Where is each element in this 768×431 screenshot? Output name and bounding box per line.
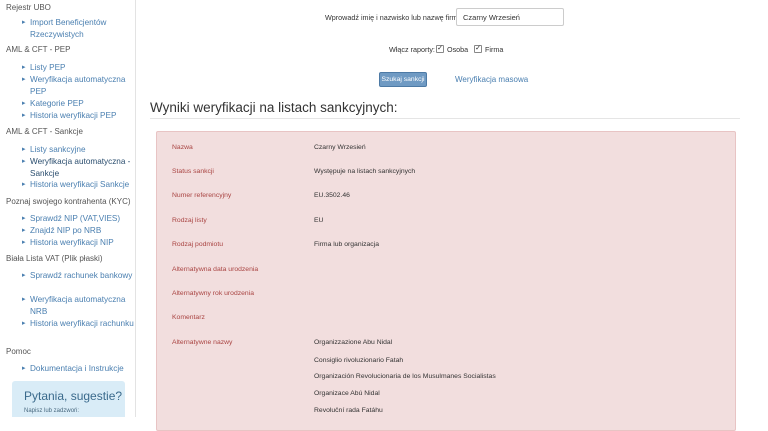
field-label-list-type: Rodzaj listy: [172, 217, 207, 224]
sidebar-item-weryfikacja-sankcje[interactable]: Weryfikacja automatyczna - Sankcje: [22, 156, 135, 179]
search-sanctions-button[interactable]: Szukaj sankcji: [379, 72, 427, 87]
sidebar-item-dokumentacja[interactable]: Dokumentacja i Instrukcje: [22, 363, 135, 375]
sidebar-item-sprawdz-rachunek[interactable]: Sprawdź rachunek bankowy: [22, 270, 135, 282]
help-title: Pytania, sugestie?: [24, 389, 123, 403]
sidebar-item-historia-nip[interactable]: Historia weryfikacji NIP: [22, 237, 135, 249]
sidebar-section-kyc: Poznaj swojego kontrahenta (KYC): [6, 197, 131, 206]
name-input[interactable]: [456, 8, 564, 26]
field-label-ref: Numer referencyjny: [172, 192, 232, 199]
sidebar-item-historia-pep[interactable]: Historia weryfikacji PEP: [22, 110, 135, 122]
sidebar-item-weryfikacja-nrb[interactable]: Weryfikacja automatyczna NRB: [22, 294, 135, 317]
sidebar-section-aml-sankcje: AML & CFT - Sankcje: [6, 127, 83, 136]
sidebar-item-listy-sankcyjne[interactable]: Listy sankcyjne: [22, 144, 135, 156]
company-checkbox[interactable]: ✓: [474, 45, 482, 53]
field-label-entity-type: Rodzaj podmiotu: [172, 241, 224, 248]
mass-verification-link[interactable]: Weryfikacja masowa: [455, 75, 528, 84]
sidebar-item-weryfikacja-pep[interactable]: Weryfikacja automatyczna PEP: [22, 74, 135, 97]
sidebar: Rejestr UBO Import Beneficjentów Rzeczyw…: [0, 0, 136, 417]
field-value-name: Czarny Wrzesień: [314, 144, 366, 151]
field-label-status: Status sankcji: [172, 168, 214, 175]
alt-name-item: Consiglio rivoluzionario Fatah: [314, 357, 404, 364]
alt-name-item: Organizace Abú Nidal: [314, 390, 380, 397]
person-checkbox-label: Osoba: [447, 45, 469, 54]
help-subtitle: Napisz lub zadzwoń:: [24, 408, 80, 414]
field-label-alt-birthyear: Alternatywny rok urodzenia: [172, 290, 254, 297]
sidebar-item-kategorie-pep[interactable]: Kategorie PEP: [22, 98, 135, 110]
company-checkbox-label: Firma: [485, 45, 504, 54]
alt-name-item: Revoluční rada Fatáhu: [314, 407, 383, 414]
sidebar-item-import-beneficjentow[interactable]: Import Beneficjentów Rzeczywistych: [22, 17, 135, 40]
sidebar-item-listy-pep[interactable]: Listy PEP: [22, 62, 135, 74]
sidebar-section-biala-lista: Biała Lista VAT (Plik płaski): [6, 254, 103, 263]
field-value-status: Występuje na listach sankcyjnych: [314, 168, 416, 175]
main-content: Wprowadź imię i nazwisko lub nazwę firmy…: [136, 0, 768, 431]
result-panel: Nazwa Czarny Wrzesień Status sankcji Wys…: [156, 131, 736, 431]
alt-name-item: Organizzazione Abu Nidal: [314, 339, 393, 346]
field-label-alt-names: Alternatywne nazwy: [172, 339, 233, 346]
field-label-comment: Komentarz: [172, 314, 205, 321]
sidebar-item-historia-rachunku[interactable]: Historia weryfikacji rachunku: [22, 318, 135, 330]
results-title: Wyniki weryfikacji na listach sankcyjnyc…: [150, 100, 398, 115]
field-value-entity-type: Firma lub organizacja: [314, 241, 379, 248]
name-label: Wprowadź imię i nazwisko lub nazwę firmy…: [325, 13, 464, 22]
field-value-ref: EU.3502.46: [314, 192, 350, 199]
help-box: Pytania, sugestie? Napisz lub zadzwoń:: [12, 381, 125, 417]
sidebar-item-historia-sankcje[interactable]: Historia weryfikacji Sankcje: [22, 179, 135, 191]
sidebar-item-znajdz-nip[interactable]: Znajdź NIP po NRB: [22, 225, 135, 237]
sidebar-section-pomoc: Pomoc: [6, 347, 31, 356]
field-value-list-type: EU: [314, 217, 324, 224]
sidebar-item-sprawdz-nip[interactable]: Sprawdź NIP (VAT,VIES): [22, 213, 135, 225]
field-label-alt-birthdate: Alternatywna data urodzenia: [172, 266, 259, 273]
person-checkbox[interactable]: ✓: [436, 45, 444, 53]
sidebar-section-rejestr-ubo: Rejestr UBO: [6, 3, 51, 12]
divider: [150, 118, 740, 119]
alt-name-item: Organización Revolucionaria de los Musul…: [314, 373, 496, 380]
reports-label: Włącz raporty:: [389, 45, 435, 54]
sidebar-section-aml-pep: AML & CFT - PEP: [6, 45, 71, 54]
field-label-name: Nazwa: [172, 144, 193, 151]
